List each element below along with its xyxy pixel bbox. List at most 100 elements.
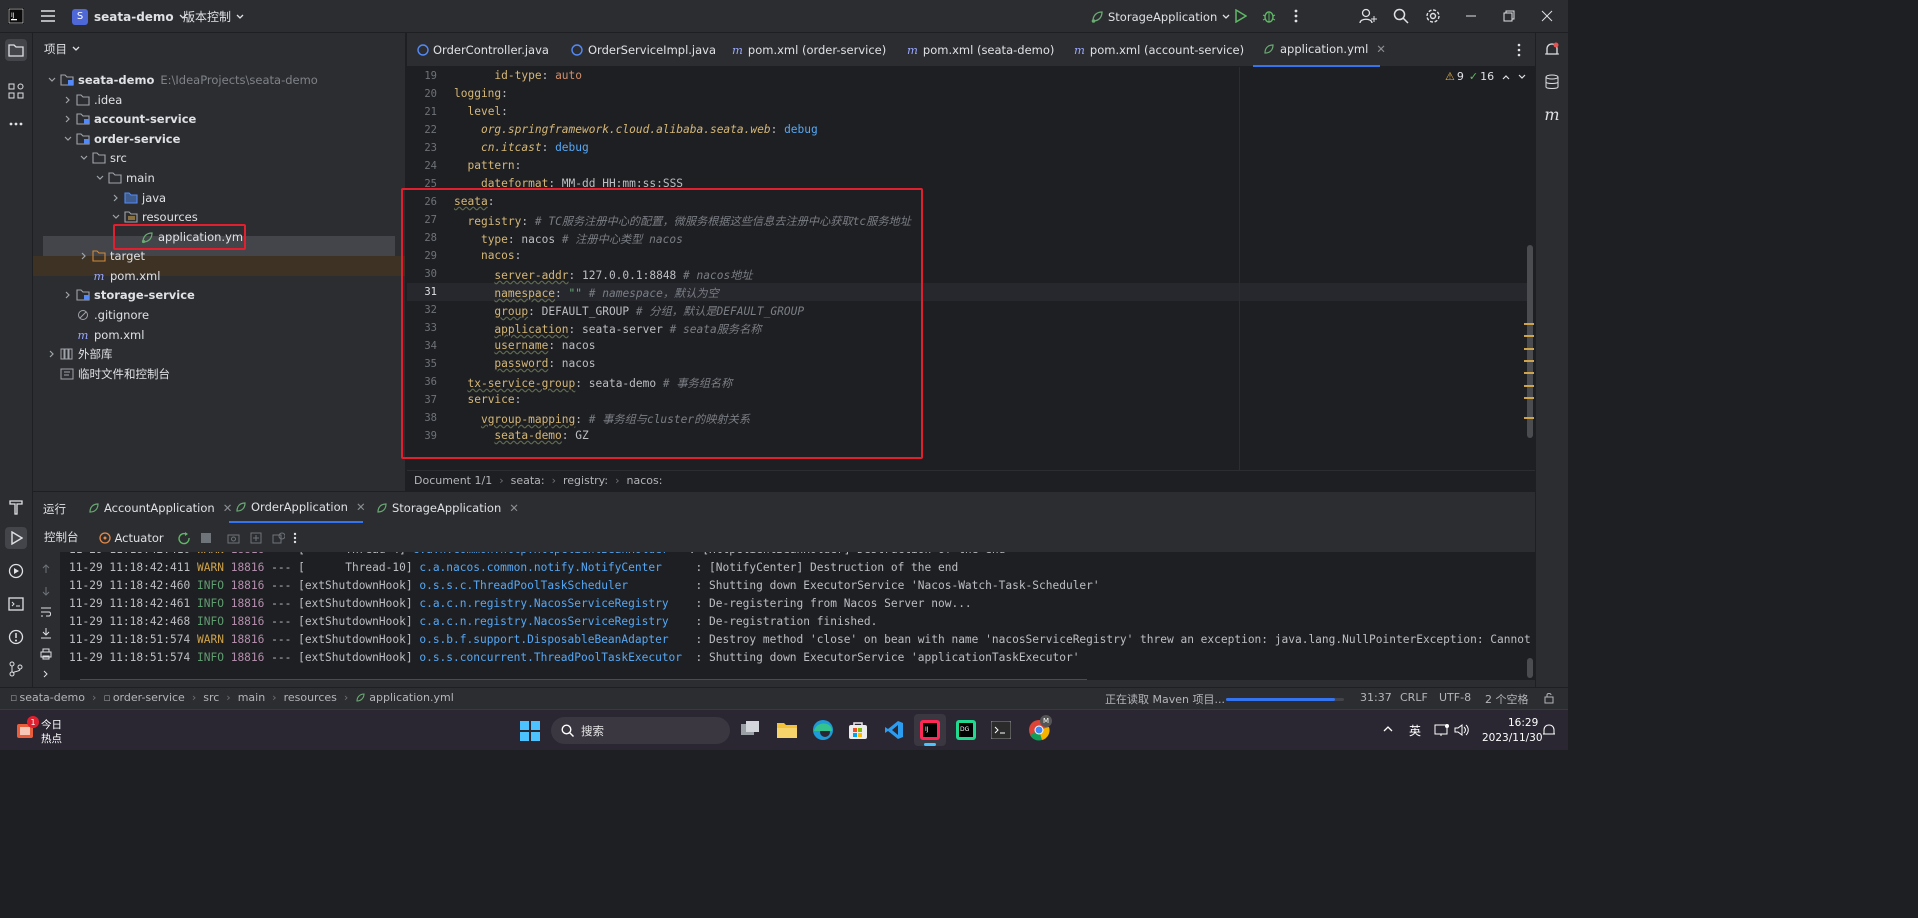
- search-icon[interactable]: [1390, 5, 1412, 27]
- code-line[interactable]: cn.itcast: debug: [454, 141, 589, 154]
- close-window-icon[interactable]: [1536, 5, 1558, 27]
- microsoft-store-icon[interactable]: [848, 720, 868, 740]
- warning-marker[interactable]: [1524, 335, 1534, 337]
- project-panel-header[interactable]: 项目: [44, 41, 80, 57]
- chevron-right-icon[interactable]: [77, 252, 91, 260]
- tree-src[interactable]: src: [77, 148, 127, 168]
- run-tab-account[interactable]: AccountApplication ✕: [88, 492, 232, 523]
- add-user-icon[interactable]: [1357, 5, 1379, 27]
- run-config-selector[interactable]: StorageApplication: [1090, 6, 1230, 27]
- status-path-module[interactable]: order-service: [113, 691, 185, 704]
- tree-idea[interactable]: .idea: [61, 90, 122, 110]
- project-switcher[interactable]: S seata-demo: [66, 6, 187, 27]
- background-task-label[interactable]: 正在读取 Maven 项目...: [1105, 691, 1225, 707]
- notifications-bell-icon[interactable]: [1541, 39, 1563, 61]
- chevron-down-icon[interactable]: [109, 214, 123, 220]
- debug-icon[interactable]: [1258, 5, 1280, 27]
- minimize-icon[interactable]: [1460, 5, 1482, 27]
- code-line[interactable]: level:: [454, 105, 507, 118]
- stop-icon[interactable]: [200, 533, 211, 543]
- code-line[interactable]: seata:: [454, 195, 494, 208]
- code-line[interactable]: org.springframework.cloud.alibaba.seata.…: [454, 123, 818, 136]
- breadcrumb-registry[interactable]: registry:: [563, 474, 608, 487]
- run-tool-icon[interactable]: [5, 527, 27, 549]
- build-hammer-icon[interactable]: [5, 496, 27, 518]
- restore-layout-icon[interactable]: [272, 532, 285, 544]
- console-horizontal-scrollbar[interactable]: [80, 679, 1087, 680]
- warning-marker[interactable]: [1524, 397, 1534, 399]
- inspection-widget[interactable]: ⚠ 9 ✓ 16: [1445, 70, 1526, 83]
- code-line[interactable]: group: DEFAULT_GROUP # 分组，默认是DEFAULT_GRO…: [454, 303, 804, 319]
- warning-marker[interactable]: [1524, 360, 1534, 362]
- camera-icon[interactable]: [227, 533, 240, 544]
- datagrip-icon[interactable]: DG: [956, 720, 976, 740]
- code-line[interactable]: password: nacos: [454, 357, 595, 370]
- code-line[interactable]: namespace: "" # namespace，默认为空: [454, 285, 718, 301]
- rerun-icon[interactable]: [177, 531, 191, 545]
- warning-marker[interactable]: [1524, 417, 1534, 419]
- chevron-down-icon[interactable]: [61, 136, 75, 142]
- soft-wrap-icon[interactable]: [39, 605, 53, 619]
- code-line[interactable]: server-addr: 127.0.0.1:8848 # nacos地址: [454, 267, 752, 283]
- tab-ordercontroller[interactable]: OrderController.java: [417, 33, 549, 67]
- clock-date[interactable]: 2023/11/30: [1482, 732, 1543, 744]
- chrome-browser-icon[interactable]: M: [1028, 715, 1052, 741]
- tree-target[interactable]: target: [77, 246, 145, 266]
- console-tab[interactable]: 控制台: [44, 529, 79, 547]
- tree-root-seata-demo[interactable]: seata-demo E:\IdeaProjects\seata-demo: [45, 70, 318, 90]
- status-path-project[interactable]: seata-demo: [19, 691, 84, 704]
- code-editor[interactable]: 19 20 21 22 23 24 25 26 27 28 29 30 31 32 33 34 35 36 37 38…: [407, 67, 1535, 470]
- tab-pom-account-service[interactable]: m pom.xml (account-service): [1074, 33, 1244, 67]
- run-tab-storage[interactable]: StorageApplication ✕: [376, 492, 519, 523]
- code-line[interactable]: logging:: [454, 87, 508, 100]
- chevron-right-icon[interactable]: [109, 194, 123, 202]
- chevron-up-icon[interactable]: [1502, 74, 1510, 80]
- chevron-down-icon[interactable]: [45, 77, 59, 83]
- chevron-down-icon[interactable]: [93, 175, 107, 181]
- close-tab-icon[interactable]: ✕: [1376, 42, 1386, 56]
- print-icon[interactable]: [39, 647, 53, 661]
- line-separator[interactable]: CRLF: [1400, 691, 1428, 704]
- tree-pom-root[interactable]: m pom.xml: [61, 325, 145, 345]
- taskbar-search-box[interactable]: 搜索: [551, 717, 730, 744]
- warning-marker[interactable]: [1524, 323, 1534, 325]
- tree-application-yml[interactable]: application.yml: [125, 227, 246, 247]
- git-icon[interactable]: [5, 658, 27, 680]
- more-vertical-icon[interactable]: [1285, 5, 1307, 27]
- tab-pom-order-service[interactable]: m pom.xml (order-service): [732, 33, 886, 67]
- code-line[interactable]: dateformat: MM-dd HH:mm:ss:SSS: [454, 177, 683, 190]
- edge-browser-icon[interactable]: [812, 719, 834, 741]
- structure-icon[interactable]: [5, 80, 27, 102]
- intellij-taskbar-button[interactable]: IJ: [914, 714, 946, 746]
- editor-scrollbar[interactable]: [1527, 245, 1533, 438]
- chevron-up-icon[interactable]: [1383, 725, 1393, 732]
- tree-external-libraries[interactable]: 外部库: [45, 344, 113, 364]
- settings-gear-icon[interactable]: [1422, 5, 1444, 27]
- code-line[interactable]: application: seata-server # seata服务名称: [454, 321, 761, 337]
- breadcrumb-document[interactable]: Document 1/1: [414, 474, 492, 487]
- tree-pom-order-service[interactable]: m pom.xml: [77, 266, 161, 286]
- chevron-right-icon[interactable]: [61, 96, 75, 104]
- status-path-resources[interactable]: resources: [284, 691, 337, 704]
- windows-start-icon[interactable]: [520, 721, 540, 741]
- task-view-icon[interactable]: [740, 721, 760, 739]
- code-line[interactable]: nacos:: [454, 249, 521, 262]
- tree-gitignore[interactable]: .gitignore: [61, 305, 149, 325]
- main-menu-icon[interactable]: [37, 5, 59, 27]
- intellij-logo-icon[interactable]: IJ: [5, 5, 27, 27]
- maven-icon[interactable]: m: [1541, 103, 1563, 125]
- tree-scratches[interactable]: 临时文件和控制台: [45, 364, 170, 384]
- actuator-tab[interactable]: Actuator: [115, 531, 164, 545]
- export-icon[interactable]: [250, 532, 262, 544]
- tab-pom-seata-demo[interactable]: m pom.xml (seata-demo): [907, 33, 1054, 67]
- close-tab-icon[interactable]: ✕: [509, 501, 519, 515]
- chevron-right-icon[interactable]: [45, 350, 59, 358]
- code-line[interactable]: username: nacos: [454, 339, 595, 352]
- database-icon[interactable]: [1541, 71, 1563, 93]
- chevron-right-icon[interactable]: [39, 667, 53, 681]
- code-line[interactable]: id-type: auto: [454, 69, 582, 82]
- caret-position[interactable]: 31:37: [1360, 691, 1392, 704]
- more-tools-icon[interactable]: [5, 113, 27, 135]
- code-line[interactable]: registry: # TC服务注册中心的配置，微服务根据这些信息去注册中心获取…: [454, 213, 910, 229]
- terminal-app-icon[interactable]: [991, 721, 1011, 739]
